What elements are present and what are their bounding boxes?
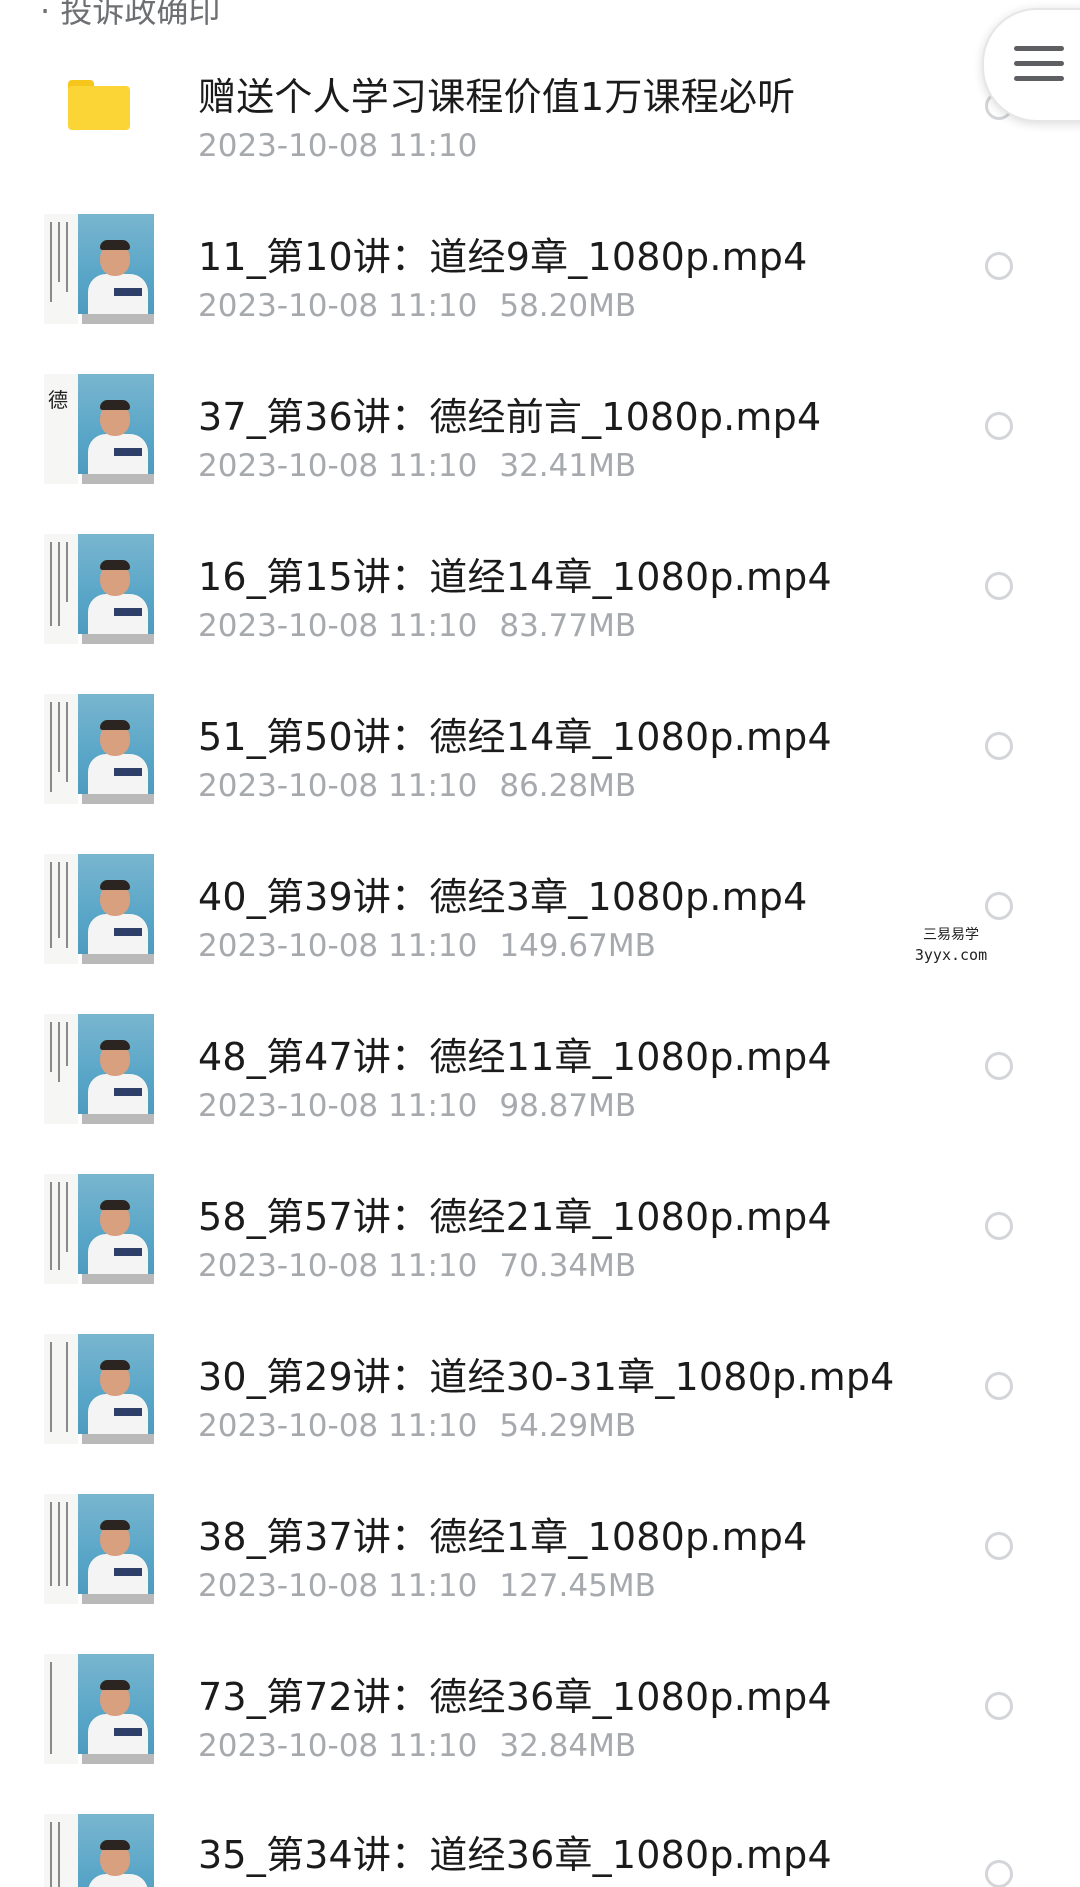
file-name: 11_第10讲：道经9章_1080p.mp4	[198, 235, 808, 279]
list-item-video[interactable]: 德 37_第36讲：德经前言_1080p.mp4 2023-10-08 11:1…	[0, 350, 1080, 510]
video-thumbnail	[44, 1174, 154, 1284]
menu-button[interactable]	[982, 8, 1080, 122]
file-name: 37_第36讲：德经前言_1080p.mp4	[198, 395, 822, 439]
video-thumbnail	[44, 1814, 154, 1887]
file-name: 30_第29讲：道经30-31章_1080p.mp4	[198, 1355, 895, 1399]
list-item-video[interactable]: 38_第37讲：德经1章_1080p.mp4 2023-10-08 11:10 1…	[0, 1470, 1080, 1630]
file-date: 2023-10-08 11:10	[198, 448, 478, 484]
file-date: 2023-10-08 11:10	[198, 1728, 478, 1764]
file-date: 2023-10-08 11:10	[198, 1248, 478, 1284]
file-date: 2023-10-08 11:10	[198, 288, 478, 324]
watermark-line2: 3yyx.com	[914, 946, 988, 964]
video-thumbnail	[44, 214, 154, 324]
video-thumbnail	[44, 1654, 154, 1764]
video-thumbnail	[44, 854, 154, 964]
file-size: 54.29MB	[499, 1408, 637, 1444]
watermark: 三易易学 3yyx.com	[826, 920, 1076, 970]
select-checkbox[interactable]	[985, 1372, 1013, 1400]
select-checkbox[interactable]	[985, 1052, 1013, 1080]
list-item-video[interactable]: 35_第34讲：道经36章_1080p.mp4	[0, 1790, 1080, 1887]
file-size: 86.28MB	[499, 768, 637, 804]
file-name: 58_第57讲：德经21章_1080p.mp4	[198, 1195, 832, 1239]
list-item-video[interactable]: 51_第50讲：德经14章_1080p.mp4 2023-10-08 11:10…	[0, 670, 1080, 830]
file-meta: 2023-10-08 11:10 54.29MB	[198, 1408, 658, 1444]
hamburger-menu-icon	[1014, 46, 1064, 91]
file-name: 48_第47讲：德经11章_1080p.mp4	[198, 1035, 832, 1079]
file-size: 58.20MB	[499, 288, 637, 324]
file-date: 2023-10-08 11:10	[198, 128, 478, 164]
video-thumbnail	[44, 534, 154, 644]
select-checkbox[interactable]	[985, 1692, 1013, 1720]
list-item-video[interactable]: 48_第47讲：德经11章_1080p.mp4 2023-10-08 11:10…	[0, 990, 1080, 1150]
file-size: 98.87MB	[499, 1088, 637, 1124]
video-thumbnail	[44, 1494, 154, 1604]
select-checkbox[interactable]	[985, 732, 1013, 760]
file-size: 83.77MB	[499, 608, 637, 644]
select-checkbox[interactable]	[985, 412, 1013, 440]
file-name: 35_第34讲：道经36章_1080p.mp4	[198, 1833, 832, 1877]
file-date: 2023-10-08 11:10	[198, 928, 478, 964]
breadcrumb-cropped: · 投诉政确印	[40, 0, 221, 30]
list-item-video[interactable]: 11_第10讲：道经9章_1080p.mp4 2023-10-08 11:10 5…	[0, 190, 1080, 350]
file-date: 2023-10-08 11:10	[198, 768, 478, 804]
video-thumbnail: 德	[44, 374, 154, 484]
file-date: 2023-10-08 11:10	[198, 1088, 478, 1124]
file-name: 40_第39讲：德经3章_1080p.mp4	[198, 875, 808, 919]
list-item-folder[interactable]: 赠送个人学习课程价值1万课程必听 2023-10-08 11:10	[0, 30, 1080, 190]
select-checkbox[interactable]	[985, 892, 1013, 920]
select-checkbox[interactable]	[985, 572, 1013, 600]
file-date: 2023-10-08 11:10	[198, 1568, 478, 1604]
select-checkbox[interactable]	[985, 1212, 1013, 1240]
file-name: 赠送个人学习课程价值1万课程必听	[198, 75, 796, 119]
thumbnail-glyph: 德	[48, 388, 68, 412]
file-meta: 2023-10-08 11:10 70.34MB	[198, 1248, 658, 1284]
watermark-line1: 三易易学	[923, 927, 979, 943]
list-item-video[interactable]: 30_第29讲：道经30-31章_1080p.mp4 2023-10-08 11…	[0, 1310, 1080, 1470]
file-size: 32.41MB	[499, 448, 637, 484]
select-checkbox[interactable]	[985, 1860, 1013, 1887]
list-item-video[interactable]: 58_第57讲：德经21章_1080p.mp4 2023-10-08 11:10…	[0, 1150, 1080, 1310]
file-meta: 2023-10-08 11:10 58.20MB	[198, 288, 658, 324]
file-size: 32.84MB	[499, 1728, 637, 1764]
file-meta: 2023-10-08 11:10 32.84MB	[198, 1728, 658, 1764]
file-meta: 2023-10-08 11:10 149.67MB	[198, 928, 678, 964]
file-name: 38_第37讲：德经1章_1080p.mp4	[198, 1515, 808, 1559]
list-item-video[interactable]: 73_第72讲：德经36章_1080p.mp4 2023-10-08 11:10…	[0, 1630, 1080, 1790]
video-thumbnail	[44, 1014, 154, 1124]
file-meta: 2023-10-08 11:10 127.45MB	[198, 1568, 678, 1604]
file-meta: 2023-10-08 11:10	[198, 128, 499, 164]
file-meta: 2023-10-08 11:10 83.77MB	[198, 608, 658, 644]
video-thumbnail	[44, 694, 154, 804]
file-name: 16_第15讲：道经14章_1080p.mp4	[198, 555, 832, 599]
file-name: 51_第50讲：德经14章_1080p.mp4	[198, 715, 832, 759]
file-size: 127.45MB	[499, 1568, 656, 1604]
file-date: 2023-10-08 11:10	[198, 608, 478, 644]
select-checkbox[interactable]	[985, 1532, 1013, 1560]
file-meta: 2023-10-08 11:10 32.41MB	[198, 448, 658, 484]
file-meta: 2023-10-08 11:10 86.28MB	[198, 768, 658, 804]
video-thumbnail	[44, 1334, 154, 1444]
file-date: 2023-10-08 11:10	[198, 1408, 478, 1444]
file-meta: 2023-10-08 11:10 98.87MB	[198, 1088, 658, 1124]
file-size: 149.67MB	[499, 928, 656, 964]
list-item-video[interactable]: 16_第15讲：道经14章_1080p.mp4 2023-10-08 11:10…	[0, 510, 1080, 670]
select-checkbox[interactable]	[985, 252, 1013, 280]
file-size: 70.34MB	[499, 1248, 637, 1284]
folder-icon	[68, 80, 130, 130]
file-name: 73_第72讲：德经36章_1080p.mp4	[198, 1675, 832, 1719]
